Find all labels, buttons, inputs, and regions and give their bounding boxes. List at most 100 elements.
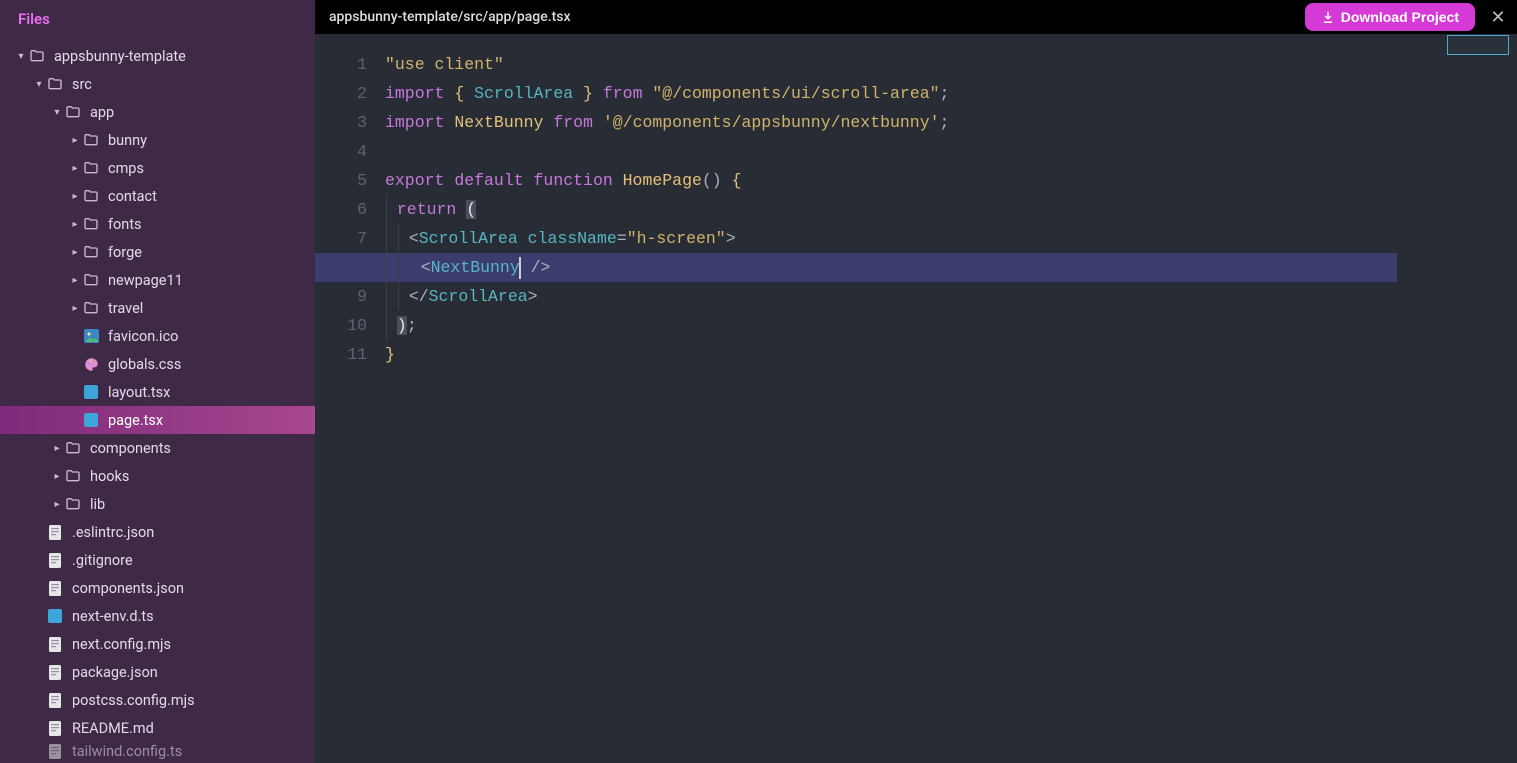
tree-item-label: tailwind.config.ts (72, 743, 182, 760)
close-icon[interactable]: ✕ (1487, 7, 1509, 28)
line-number: 10 (315, 311, 367, 340)
folder-appsbunny-template[interactable]: ▾ appsbunny-template (0, 42, 315, 70)
image-icon (82, 329, 100, 343)
code-line[interactable]: "use client" (385, 50, 1397, 79)
chevron-right-icon[interactable]: ▸ (68, 303, 82, 314)
folder-icon (46, 76, 64, 92)
file-package-json[interactable]: package.json (0, 658, 315, 686)
file-explorer-sidebar: Files ▾appsbunny-template▾src▾app▸bunny▸… (0, 0, 315, 763)
ts-icon (82, 413, 100, 427)
editor-pane: appsbunny-template/src/app/page.tsx Down… (315, 0, 1517, 763)
tree-item-label: hooks (90, 468, 129, 485)
tree-item-label: contact (108, 188, 157, 205)
file-postcss-config-mjs[interactable]: postcss.config.mjs (0, 686, 315, 714)
tree-item-label: newpage11 (108, 272, 183, 289)
tree-item-label: bunny (108, 132, 147, 149)
chevron-down-icon[interactable]: ▾ (50, 107, 64, 118)
file-next-env-d-ts[interactable]: next-env.d.ts (0, 602, 315, 630)
code-line[interactable]: <NextBunny /> (385, 253, 1397, 282)
code-editor[interactable]: 1234567891011 "use client"import { Scrol… (315, 34, 1517, 763)
code-line[interactable]: return ( (385, 195, 1397, 224)
download-icon (1321, 10, 1335, 24)
chevron-right-icon[interactable]: ▸ (50, 471, 64, 482)
folder-hooks[interactable]: ▸ hooks (0, 462, 315, 490)
file-favicon-ico[interactable]: favicon.ico (0, 322, 315, 350)
doc-icon (46, 693, 64, 708)
file-components-json[interactable]: components.json (0, 574, 315, 602)
sidebar-title: Files (0, 0, 315, 38)
file--eslintrc-json[interactable]: .eslintrc.json (0, 518, 315, 546)
file-readme-md[interactable]: README.md (0, 714, 315, 742)
code-line[interactable]: } (385, 340, 1397, 369)
chevron-right-icon[interactable]: ▸ (68, 163, 82, 174)
folder-icon (64, 496, 82, 512)
file--gitignore[interactable]: .gitignore (0, 546, 315, 574)
tree-item-label: appsbunny-template (54, 48, 186, 65)
line-number: 4 (315, 137, 367, 166)
chevron-right-icon[interactable]: ▸ (68, 247, 82, 258)
chevron-right-icon[interactable]: ▸ (68, 191, 82, 202)
doc-icon (46, 665, 64, 680)
chevron-right-icon[interactable]: ▸ (68, 219, 82, 230)
tree-item-label: .gitignore (72, 552, 133, 569)
folder-fonts[interactable]: ▸ fonts (0, 210, 315, 238)
download-project-button[interactable]: Download Project (1305, 3, 1475, 31)
code-line[interactable]: import { ScrollArea } from "@/components… (385, 79, 1397, 108)
tree-item-label: fonts (108, 216, 142, 233)
tree-item-label: layout.tsx (108, 384, 170, 401)
folder-src[interactable]: ▾src (0, 70, 315, 98)
folder-icon (82, 160, 100, 176)
folder-forge[interactable]: ▸forge (0, 238, 315, 266)
tree-item-label: package.json (72, 664, 158, 681)
tree-item-label: globals.css (108, 356, 181, 373)
line-number: 6 (315, 195, 367, 224)
folder-contact[interactable]: ▸ contact (0, 182, 315, 210)
tree-item-label: favicon.ico (108, 328, 178, 345)
file-globals-css[interactable]: globals.css (0, 350, 315, 378)
tree-item-label: page.tsx (108, 412, 163, 429)
folder-cmps[interactable]: ▸ cmps (0, 154, 315, 182)
ts-icon (82, 385, 100, 399)
folder-travel[interactable]: ▸ travel (0, 294, 315, 322)
folder-bunny[interactable]: ▸ bunny (0, 126, 315, 154)
tree-item-label: components (90, 440, 171, 457)
folder-icon (64, 440, 82, 456)
folder-icon (82, 216, 100, 232)
folder-components[interactable]: ▸ components (0, 434, 315, 462)
file-page-tsx[interactable]: page.tsx (0, 406, 315, 434)
download-project-label: Download Project (1341, 9, 1459, 25)
chevron-down-icon[interactable]: ▾ (32, 79, 46, 90)
line-number: 1 (315, 50, 367, 79)
tree-item-label: cmps (108, 160, 144, 177)
code-line[interactable] (385, 137, 1397, 166)
chevron-right-icon[interactable]: ▸ (50, 499, 64, 510)
tree-item-label: postcss.config.mjs (72, 692, 195, 709)
folder-lib[interactable]: ▸ lib (0, 490, 315, 518)
doc-icon (46, 721, 64, 736)
tree-item-label: travel (108, 300, 143, 317)
file-layout-tsx[interactable]: layout.tsx (0, 378, 315, 406)
line-number: 3 (315, 108, 367, 137)
line-number-gutter: 1234567891011 (315, 50, 385, 763)
chevron-down-icon[interactable]: ▾ (14, 51, 28, 62)
folder-icon (82, 300, 100, 316)
chevron-right-icon[interactable]: ▸ (68, 135, 82, 146)
ts-icon (46, 609, 64, 623)
folder-app[interactable]: ▾app (0, 98, 315, 126)
code-line[interactable]: import NextBunny from '@/components/apps… (385, 108, 1397, 137)
tree-item-label: README.md (72, 720, 154, 737)
code-line[interactable]: <ScrollArea className="h-screen"> (385, 224, 1397, 253)
doc-icon (46, 744, 64, 759)
file-next-config-mjs[interactable]: next.config.mjs (0, 630, 315, 658)
chevron-right-icon[interactable]: ▸ (68, 275, 82, 286)
chevron-right-icon[interactable]: ▸ (50, 443, 64, 454)
editor-topbar: appsbunny-template/src/app/page.tsx Down… (315, 0, 1517, 34)
code-line[interactable]: export default function HomePage() { (385, 166, 1397, 195)
tree-item-label: lib (90, 496, 105, 513)
file-tailwind-config-ts[interactable]: tailwind.config.ts (0, 742, 315, 760)
file-tree: ▾ appsbunny-template ▾src▾app ▸ bunny ▸ cmps ▸ c… (0, 38, 315, 763)
code-line[interactable]: </ScrollArea> (385, 282, 1397, 311)
code-content[interactable]: "use client"import { ScrollArea } from "… (385, 50, 1517, 763)
folder-newpage11[interactable]: ▸ newpage11 (0, 266, 315, 294)
code-line[interactable]: ); (385, 311, 1397, 340)
